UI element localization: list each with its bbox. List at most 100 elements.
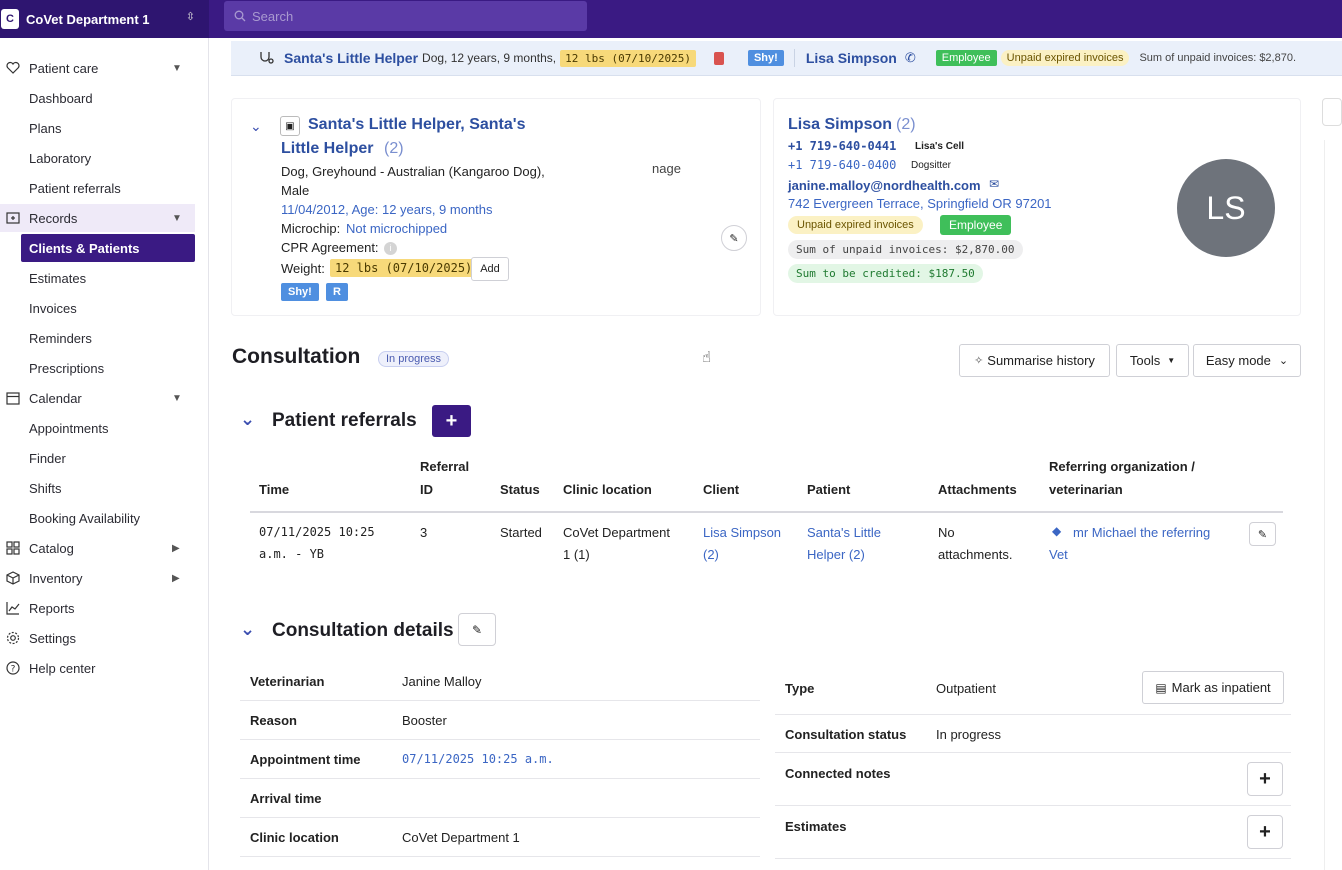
mode-label: Easy mode [1205,353,1271,368]
row-patient-1[interactable]: Santa's Little [807,525,881,540]
pencil-icon: ✎ [471,622,483,637]
row-time-2: a.m. - YB [259,547,325,561]
sidebar-item-catalog[interactable]: Catalog ▶ [0,534,209,562]
sidebar-item-invoices[interactable]: Invoices [0,294,209,322]
client-address[interactable]: 742 Evergreen Terrace, Springfield OR 97… [788,196,1052,211]
mode-select[interactable]: Easy mode ⌄ [1193,344,1301,377]
client-phone2[interactable]: +1 719-640-0400 [788,158,896,172]
sidebar-item-prescriptions[interactable]: Prescriptions [0,354,209,382]
row-client-2[interactable]: (2) [703,547,719,562]
clinic-value: CoVet Department 1 [402,830,520,845]
tools-dropdown[interactable]: Tools ▼ [1116,344,1189,377]
strip-client-name[interactable]: Lisa Simpson [806,50,897,66]
strip-patient-name[interactable]: Santa's Little Helper [284,50,418,66]
divider [775,752,1291,753]
sidebar-item-reports[interactable]: Reports [0,594,209,622]
patient-title-line2[interactable]: Little Helper [281,140,373,158]
search-input[interactable]: Search [224,1,587,31]
status-value: In progress [936,727,1002,742]
tag-r: R [326,283,348,301]
row-referring-1[interactable]: mr Michael the referring [1073,525,1210,540]
calendar-icon [6,392,20,405]
client-email[interactable]: janine.malloy@nordhealth.com [788,178,981,193]
side-panel-toggle[interactable] [1322,98,1342,126]
clinic-label: Clinic location [250,830,339,845]
sidebar-item-appointments[interactable]: Appointments [0,414,209,442]
microchip-value[interactable]: Not microchipped [346,221,447,236]
sidebar-label: Plans [29,120,62,136]
divider [775,805,1291,806]
sidebar-label: Invoices [29,300,77,316]
sidebar-item-inventory[interactable]: Inventory ▶ [0,564,209,592]
details-collapse-icon[interactable]: ⌄ [240,619,255,640]
add-referral-button[interactable]: + [432,405,471,437]
mark-inpatient-button[interactable]: ▤ Mark as inpatient [1142,671,1284,704]
col-client: Client [703,482,740,497]
add-note-button[interactable]: + [1247,762,1283,796]
sidebar-label: Reminders [29,330,92,346]
add-estimate-button[interactable]: + [1247,815,1283,849]
col-attachments: Attachments [938,482,1017,497]
chevron-updown-icon: ⇳ [185,11,195,23]
sidebar-item-finder[interactable]: Finder [0,444,209,472]
col-clinic: Clinic location [563,482,652,497]
divider [240,856,760,857]
sidebar-item-shifts[interactable]: Shifts [0,474,209,502]
cpr-label: CPR Agreement: [281,240,379,255]
tools-label: Tools [1129,353,1161,368]
sidebar-item-estimates[interactable]: Estimates [0,264,209,292]
col-referring-2: veterinarian [1049,482,1123,497]
sidebar-item-calendar[interactable]: Calendar ▼ [0,384,209,412]
sidebar-item-patient-care[interactable]: Patient care ▼ [0,54,209,82]
collapse-chevron-icon[interactable]: ⌄ [250,118,262,135]
client-phone1[interactable]: +1 719-640-0441 [788,139,896,153]
divider [240,700,760,701]
row-id: 3 [420,525,428,540]
sidebar-item-dashboard[interactable]: Dashboard [0,84,209,112]
sparkle-icon: ✧ [974,355,984,367]
row-status: Started [500,525,542,540]
type-label: Type [785,681,815,696]
sidebar-item-reminders[interactable]: Reminders [0,324,209,352]
sidebar-item-records[interactable]: Records ▼ [0,204,195,232]
arrival-label: Arrival time [250,791,322,806]
patient-card: ⌄ ▣ Santa's Little Helper, Santa's Littl… [231,98,761,316]
client-unpaid-badge: Unpaid expired invoices [788,216,923,234]
row-referring-2[interactable]: Vet [1049,547,1068,562]
sidebar-item-help-center[interactable]: ? Help center [0,654,209,682]
sidebar-item-plans[interactable]: Plans [0,114,209,142]
chart-icon [6,602,20,615]
appt-label: Appointment time [250,752,361,767]
edit-referral-button[interactable]: ✎ [1249,522,1276,546]
side-panel-edge [1324,140,1342,870]
org-switcher[interactable]: C CoVet Department 1 ⇳ [0,0,209,38]
sidebar-item-laboratory[interactable]: Laboratory [0,144,209,172]
client-name[interactable]: Lisa Simpson [788,116,892,134]
sidebar-item-settings[interactable]: Settings [0,624,209,652]
sidebar-label: Patient care [29,60,99,76]
sidebar-label: Patient referrals [29,180,121,196]
client-card: Lisa Simpson (2) +1 719-640-0441 Lisa's … [773,98,1301,316]
org-name: CoVet Department 1 [26,11,150,27]
referrals-collapse-icon[interactable]: ⌄ [240,409,255,430]
sidebar-item-clients-patients[interactable]: Clients & Patients [21,234,195,262]
sidebar-item-patient-referrals[interactable]: Patient referrals [0,174,209,202]
caret-right-icon: ▶ [172,572,180,584]
edit-patient-button[interactable]: ✎ [721,225,747,251]
add-weight-button[interactable]: Add [471,257,509,281]
row-patient-2[interactable]: Helper (2) [807,547,865,562]
sidebar-label: Estimates [29,270,87,286]
vet-label: Veterinarian [250,674,325,689]
sidebar-item-booking-availability[interactable]: Booking Availability [0,504,209,532]
appt-value[interactable]: 07/11/2025 10:25 a.m. [402,752,554,766]
edit-details-button[interactable]: ✎ [458,613,496,646]
patient-title-line1[interactable]: Santa's Little Helper, Santa's [308,116,525,134]
client-employee-badge: Employee [940,215,1012,235]
chevron-down-icon: ⌄ [1278,355,1289,367]
sidebar-label: Finder [29,450,66,466]
vet-value: Janine Malloy [402,674,482,689]
divider [240,739,760,740]
client-phone2-label: Dogsitter [911,160,952,171]
row-client-1[interactable]: Lisa Simpson [703,525,781,540]
summarise-history-button[interactable]: ✧ Summarise history [959,344,1110,377]
